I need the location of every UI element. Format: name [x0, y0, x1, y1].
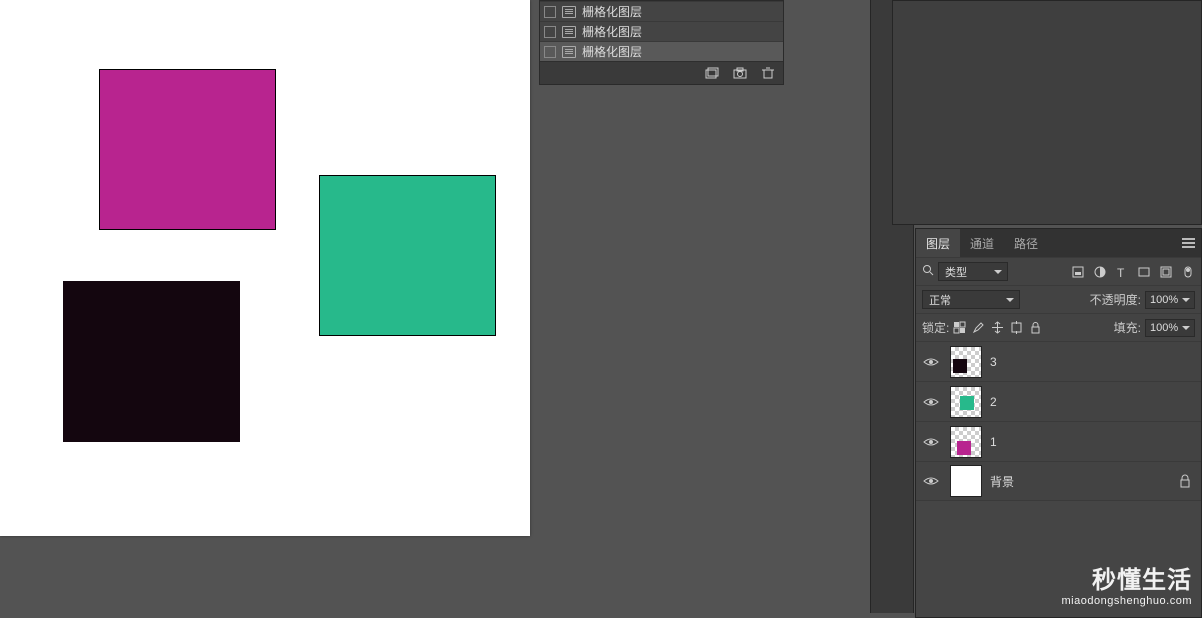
layer-thumbnail[interactable] — [950, 386, 982, 418]
layer-item[interactable]: 2 — [916, 381, 1201, 421]
filter-adjust-icon[interactable] — [1093, 265, 1107, 279]
visibility-icon[interactable] — [923, 356, 939, 368]
context-menu-footer — [540, 61, 783, 84]
filter-shape-icon[interactable] — [1137, 265, 1151, 279]
visibility-icon[interactable] — [923, 396, 939, 408]
filter-smart-icon[interactable] — [1159, 265, 1173, 279]
blend-mode-select[interactable]: 正常 — [922, 290, 1020, 309]
tab-paths[interactable]: 路径 — [1004, 229, 1048, 257]
layer-item-background[interactable]: 背景 — [916, 461, 1201, 501]
checkbox-icon[interactable] — [544, 6, 556, 18]
tab-layers[interactable]: 图层 — [916, 229, 960, 257]
layer-item[interactable]: 1 — [916, 421, 1201, 461]
new-layer-icon[interactable] — [705, 67, 719, 79]
shape-magenta-rect[interactable] — [99, 69, 276, 230]
context-menu-item-label: 栅格化图层 — [582, 43, 642, 60]
lock-artboard-icon[interactable] — [1010, 321, 1023, 334]
layer-name[interactable]: 1 — [990, 435, 997, 449]
context-menu-item[interactable]: 栅格化图层 — [540, 21, 783, 41]
search-icon — [922, 264, 934, 279]
panel-tabs: 图层 通道 路径 — [916, 229, 1201, 257]
layer-filter-row: 类型 T — [916, 257, 1201, 285]
layer-doc-icon — [562, 26, 576, 38]
layer-list: 3 2 1 背景 — [916, 341, 1201, 501]
lock-icon — [1179, 474, 1191, 488]
filter-icons: T — [1071, 265, 1195, 279]
document-canvas[interactable] — [0, 0, 530, 536]
lock-all-icon[interactable] — [1029, 321, 1042, 334]
layer-name[interactable]: 3 — [990, 355, 997, 369]
blend-mode-row: 正常 不透明度: 100% — [916, 285, 1201, 313]
filter-type-select[interactable]: 类型 — [938, 262, 1008, 281]
lock-brush-icon[interactable] — [972, 321, 985, 334]
shape-teal-rect[interactable] — [319, 175, 496, 336]
layer-doc-icon — [562, 46, 576, 58]
panel-menu-icon[interactable] — [1175, 229, 1201, 257]
checkbox-icon[interactable] — [544, 26, 556, 38]
visibility-icon[interactable] — [923, 436, 939, 448]
fill-label: 填充: — [1114, 319, 1141, 336]
context-menu-item-selected[interactable]: 栅格化图层 — [540, 41, 783, 61]
filter-pixel-icon[interactable] — [1071, 265, 1085, 279]
opacity-value[interactable]: 100% — [1145, 291, 1195, 309]
layers-panel: 图层 通道 路径 类型 T 正常 不透明度: 100% 锁定: — [915, 228, 1202, 618]
filter-type-icon[interactable]: T — [1115, 265, 1129, 279]
context-menu-item-label: 栅格化图层 — [582, 3, 642, 20]
checkbox-icon[interactable] — [544, 46, 556, 58]
trash-icon[interactable] — [761, 67, 775, 79]
layer-thumbnail[interactable] — [950, 426, 982, 458]
layer-thumbnail[interactable] — [950, 465, 982, 497]
layer-thumbnail[interactable] — [950, 346, 982, 378]
layer-item[interactable]: 3 — [916, 341, 1201, 381]
lock-move-icon[interactable] — [991, 321, 1004, 334]
camera-icon[interactable] — [733, 67, 747, 79]
layer-doc-icon — [562, 6, 576, 18]
svg-text:T: T — [1117, 266, 1125, 279]
fill-value[interactable]: 100% — [1145, 319, 1195, 337]
lock-transparent-icon[interactable] — [953, 321, 966, 334]
context-menu-item[interactable]: 栅格化图层 — [540, 1, 783, 21]
context-menu-panel: 栅格化图层 栅格化图层 栅格化图层 — [539, 0, 784, 85]
tab-channels[interactable]: 通道 — [960, 229, 1004, 257]
layer-name[interactable]: 2 — [990, 395, 997, 409]
lock-row: 锁定: 填充: 100% — [916, 313, 1201, 341]
layer-name[interactable]: 背景 — [990, 473, 1014, 490]
opacity-label: 不透明度: — [1090, 291, 1141, 308]
filter-toggle-icon[interactable] — [1181, 265, 1195, 279]
empty-panel-area — [892, 0, 1202, 225]
lock-label: 锁定: — [922, 319, 949, 336]
shape-black-rect[interactable] — [63, 281, 240, 442]
context-menu-item-label: 栅格化图层 — [582, 23, 642, 40]
visibility-icon[interactable] — [923, 475, 939, 487]
